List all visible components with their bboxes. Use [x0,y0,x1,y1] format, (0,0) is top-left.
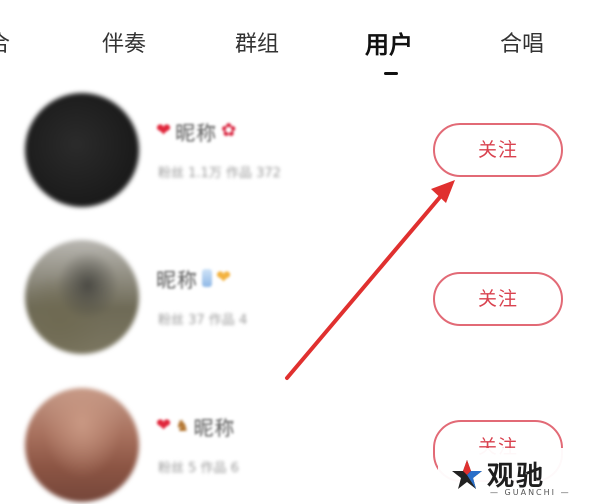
horse-icon: ♞ [175,416,190,435]
tab-accompaniment[interactable]: 伴奏 [102,26,146,58]
tab-users[interactable]: 用户 [365,25,413,60]
star-logo-icon [452,460,482,489]
avatar[interactable] [25,240,139,354]
user-name-line: ❤ ♞ 昵称 [156,413,236,440]
watermark-logo: 观驰 — GUANCHI — [438,448,600,504]
user-stats: 粉丝 37 作品 4 [158,313,248,328]
tab-chorus-partial[interactable]: 合 [0,26,10,58]
user-stats: 粉丝 1.1万 作品 372 [158,166,281,181]
category-tab-bar: 合 伴奏 群组 用户 合唱 [0,0,600,90]
watermark-brand-en: — GUANCHI — [490,488,571,497]
user-stats: 粉丝 5 作品 6 [158,461,239,476]
yellow-heart-icon: ❤ [216,267,232,288]
heart-icon: ❤ [156,415,172,436]
user-name: 昵称 [175,120,218,145]
tab-duet[interactable]: 合唱 [500,26,544,58]
tie-icon [202,269,212,287]
heart-icon: ❤ [156,120,172,141]
follow-button[interactable]: 关注 [433,272,563,326]
user-name: 昵称 [156,267,198,292]
active-tab-indicator [384,72,398,75]
rose-icon: ✿ [221,120,237,141]
avatar[interactable] [25,93,139,207]
user-name-line: 昵称 ❤ [156,265,232,292]
user-list-item[interactable]: 昵称 ❤ 粉丝 37 作品 4 关注 [0,237,600,367]
user-name: 昵称 [193,415,236,440]
tab-groups[interactable]: 群组 [235,26,279,58]
search-results-screen: 合 伴奏 群组 用户 合唱 ❤ 昵称 ✿ 粉丝 1.1万 作品 372 关注 昵… [0,0,600,504]
user-name-line: ❤ 昵称 ✿ [156,118,237,145]
follow-button[interactable]: 关注 [433,123,563,177]
user-list-item[interactable]: ❤ 昵称 ✿ 粉丝 1.1万 作品 372 关注 [0,90,600,220]
avatar[interactable] [25,388,139,502]
